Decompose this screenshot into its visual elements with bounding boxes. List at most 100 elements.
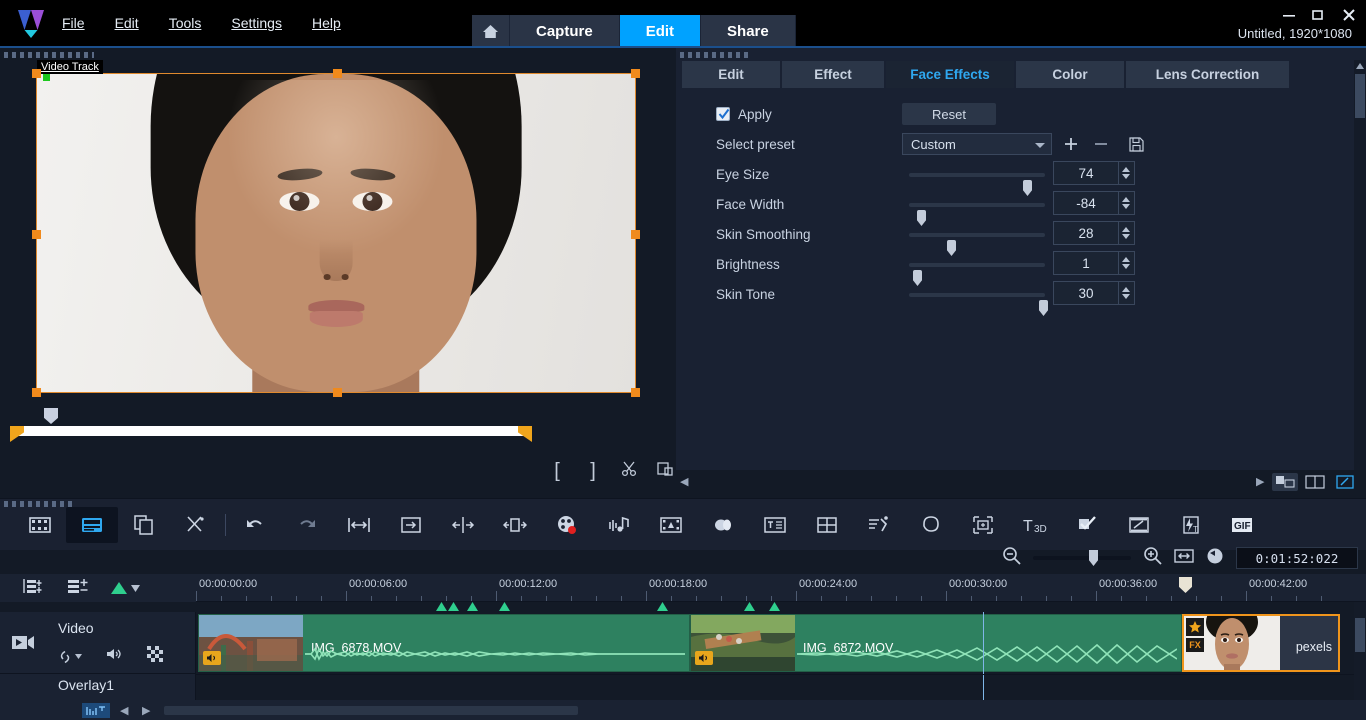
- mark-in-icon[interactable]: [: [548, 460, 566, 483]
- home-icon[interactable]: [472, 15, 510, 48]
- split-view-icon[interactable]: [1302, 473, 1328, 491]
- tab-edit[interactable]: Edit: [620, 15, 701, 48]
- scroll-up-icon[interactable]: [1356, 63, 1364, 69]
- undo-icon[interactable]: [229, 507, 281, 543]
- paint-creator-icon[interactable]: [1061, 507, 1113, 543]
- trim-bar[interactable]: [10, 426, 530, 436]
- stop-motion-icon[interactable]: [1113, 507, 1165, 543]
- scrollbar-thumb[interactable]: [1355, 74, 1365, 118]
- close-icon[interactable]: [1342, 8, 1358, 22]
- timeline-marker[interactable]: [499, 602, 510, 611]
- timeline-clip[interactable]: IMG_6872.MOV: [690, 614, 1182, 672]
- snapshot-icon[interactable]: [656, 460, 674, 483]
- transitions-icon[interactable]: [697, 507, 749, 543]
- storyboard-view-icon[interactable]: [14, 507, 66, 543]
- edit-view-icon[interactable]: [1332, 473, 1358, 491]
- timeline-vertical-scrollbar[interactable]: [1354, 602, 1366, 700]
- titles-icon[interactable]: [749, 507, 801, 543]
- skin-tone-stepper[interactable]: [1119, 281, 1135, 305]
- resize-handle-bottom-right[interactable]: [631, 388, 640, 397]
- add-remove-track-icon[interactable]: [66, 577, 88, 600]
- resize-handle-top-center[interactable]: [333, 69, 342, 78]
- brightness-slider[interactable]: [909, 263, 1045, 267]
- gif-creator-icon[interactable]: GIF: [1217, 507, 1269, 543]
- tab-share[interactable]: Share: [701, 15, 796, 48]
- reset-button[interactable]: Reset: [902, 103, 996, 125]
- scroll-right-icon[interactable]: ▶: [142, 704, 150, 717]
- storyboard-view-icon[interactable]: [1272, 473, 1298, 491]
- add-track-icon[interactable]: [82, 703, 110, 718]
- face-width-slider[interactable]: [909, 203, 1045, 207]
- timeline-ruler[interactable]: 00:00:00:00 00:00:06:00 00:00:12:00 00:0…: [196, 574, 1366, 602]
- mask-creator-icon[interactable]: [905, 507, 957, 543]
- eye-size-value[interactable]: 74: [1053, 161, 1119, 185]
- plus-icon[interactable]: [1060, 133, 1082, 155]
- face-width-stepper[interactable]: [1119, 191, 1135, 215]
- menu-tools[interactable]: Tools: [165, 13, 206, 33]
- resize-handle-top-left[interactable]: [32, 69, 41, 78]
- timeline-marker[interactable]: [769, 602, 780, 611]
- timeline-marker[interactable]: [657, 602, 668, 611]
- timeline-marker[interactable]: [467, 602, 478, 611]
- scrollbar-thumb[interactable]: [1355, 618, 1365, 652]
- multicam-editor-icon[interactable]: [957, 507, 1009, 543]
- restore-icon[interactable]: [1312, 8, 1328, 22]
- menu-edit[interactable]: Edit: [111, 13, 143, 33]
- scrollbar-thumb[interactable]: [164, 706, 578, 715]
- track-overlay1-body[interactable]: [196, 674, 1366, 700]
- scrollbar-track[interactable]: [164, 706, 1314, 715]
- fit-project-icon[interactable]: [333, 507, 385, 543]
- timeline-view-icon[interactable]: [66, 507, 118, 543]
- clip-audio-icon[interactable]: [203, 651, 221, 665]
- tab-capture[interactable]: Capture: [510, 15, 620, 48]
- timeline-marker[interactable]: [744, 602, 755, 611]
- preview-playhead[interactable]: [44, 408, 58, 424]
- title-3d-icon[interactable]: T 3D: [1009, 507, 1061, 543]
- resize-handle-bottom-center[interactable]: [333, 388, 342, 397]
- resize-handle-bottom-left[interactable]: [32, 388, 41, 397]
- subtitle-editor-icon[interactable]: T: [1165, 507, 1217, 543]
- panel-grip[interactable]: [4, 52, 94, 58]
- timeline-clip-selected[interactable]: FX pexels: [1182, 614, 1340, 672]
- graphics-icon[interactable]: [801, 507, 853, 543]
- tab-color[interactable]: Color: [1016, 61, 1126, 88]
- panel-collapse-left-icon[interactable]: ◀: [680, 475, 688, 488]
- extend-clip-icon[interactable]: [489, 507, 541, 543]
- marker-lane[interactable]: [196, 602, 1366, 612]
- timeline-playhead[interactable]: [1179, 577, 1192, 593]
- scissors-icon[interactable]: [620, 460, 638, 483]
- audio-mixer-icon[interactable]: [593, 507, 645, 543]
- render-preview-icon[interactable]: [385, 507, 437, 543]
- menu-file[interactable]: File: [58, 13, 89, 33]
- clock-icon[interactable]: [1206, 547, 1224, 570]
- resize-handle-top-right[interactable]: [631, 69, 640, 78]
- motion-tracking-icon[interactable]: [853, 507, 905, 543]
- zoom-in-icon[interactable]: [1143, 546, 1162, 570]
- link-icon[interactable]: [58, 650, 82, 664]
- tab-effect[interactable]: Effect: [782, 61, 886, 88]
- brightness-value[interactable]: 1: [1053, 251, 1119, 275]
- zoom-slider[interactable]: [1033, 556, 1131, 560]
- apply-checkbox[interactable]: [716, 107, 730, 121]
- zoom-out-icon[interactable]: [1002, 546, 1021, 570]
- copy-attributes-icon[interactable]: [118, 507, 170, 543]
- face-width-value[interactable]: -84: [1053, 191, 1119, 215]
- brightness-stepper[interactable]: [1119, 251, 1135, 275]
- marker-menu-icon[interactable]: [110, 580, 140, 596]
- color-correction-icon[interactable]: [541, 507, 593, 543]
- minimize-icon[interactable]: [1282, 8, 1298, 22]
- volume-icon[interactable]: [106, 647, 123, 666]
- media-library-icon[interactable]: [645, 507, 697, 543]
- skin-tone-slider[interactable]: [909, 293, 1045, 297]
- preview-stage[interactable]: Video Track: [36, 73, 636, 393]
- timeline-clip[interactable]: IMG_6878.MOV: [198, 614, 690, 672]
- skin-tone-knob[interactable]: [1039, 300, 1048, 316]
- panel-collapse-right-icon[interactable]: ▶: [1256, 475, 1264, 488]
- video-track-icon[interactable]: [10, 632, 36, 652]
- resize-handle-middle-left[interactable]: [32, 230, 41, 239]
- skin-smoothing-stepper[interactable]: [1119, 221, 1135, 245]
- skin-tone-value[interactable]: 30: [1053, 281, 1119, 305]
- preset-dropdown[interactable]: Custom: [902, 133, 1052, 155]
- tab-lens-correction[interactable]: Lens Correction: [1126, 61, 1291, 88]
- save-icon[interactable]: [1125, 133, 1147, 155]
